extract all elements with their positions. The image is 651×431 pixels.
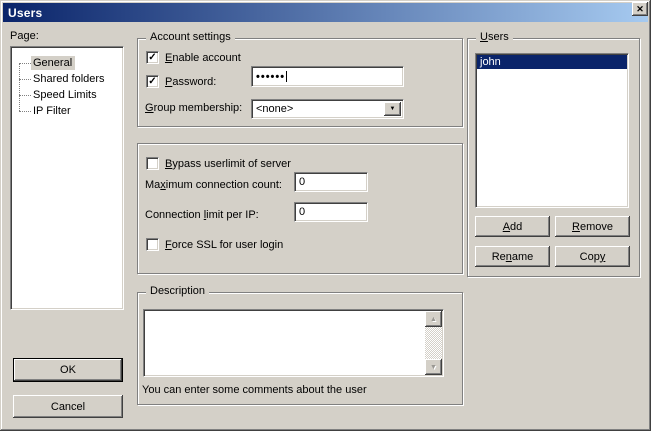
tree-stub [19,63,31,64]
title-bar[interactable]: Users [3,3,648,22]
check-icon: ✓ [148,77,156,86]
password-masked-value: •••••• [256,71,285,83]
max-connection-label: Maximum connection count: [145,179,282,191]
cancel-button[interactable]: Cancel [13,395,123,418]
bypass-userlimit-label: Bypass userlimit of server [165,158,291,170]
max-connection-value: 0 [299,176,305,188]
ip-limit-label: Connection limit per IP: [145,209,259,221]
password-checkbox[interactable]: ✓ [146,75,159,88]
account-settings-caption: Account settings [146,31,235,44]
enable-account-checkbox[interactable]: ✓ [146,51,159,64]
group-membership-combobox[interactable]: <none> ▼ [251,99,404,119]
users-list[interactable]: john [475,53,629,208]
close-icon: ✕ [636,5,644,14]
description-hint: You can enter some comments about the us… [142,384,367,396]
page-label: Page: [10,30,39,42]
description-textarea[interactable]: ▲ ▼ [143,309,444,377]
force-ssl-label: Force SSL for user login [165,239,283,251]
password-input[interactable]: •••••• [251,66,404,87]
scroll-down-button[interactable]: ▼ [425,359,442,375]
users-caption: Users [476,31,513,44]
users-dialog: Users ✕ Page: General Shared folders Spe… [0,0,651,431]
combobox-dropdown-button[interactable]: ▼ [384,102,401,116]
page-item-label: General [31,56,75,70]
scroll-up-icon: ▲ [430,316,437,323]
user-list-item[interactable]: john [477,55,627,69]
ok-button[interactable]: OK [13,358,123,382]
group-membership-label: Group membership: [145,102,242,114]
page-item-speed-limits[interactable]: Speed Limits [11,87,123,103]
window-title: Users [8,6,42,20]
page-item-shared-folders[interactable]: Shared folders [11,71,123,87]
page-item-label: Speed Limits [31,88,100,102]
page-item-label: IP Filter [31,104,74,118]
connection-limits-group: Bypass userlimit of server Maximum conne… [137,143,463,274]
account-settings-group: Account settings ✓ Enable account ✓ Pass… [137,38,463,127]
user-name: john [480,56,501,68]
tree-stub [19,111,31,112]
max-connection-input[interactable]: 0 [294,172,368,192]
ip-limit-value: 0 [299,206,305,218]
page-item-general[interactable]: General [11,55,123,71]
copy-user-button[interactable]: Copy [555,246,630,267]
enable-account-label: Enable account [165,52,241,64]
remove-user-button[interactable]: Remove [555,216,630,237]
page-list[interactable]: General Shared folders Speed Limits IP F… [10,46,124,310]
page-item-label: Shared folders [31,72,108,86]
ip-limit-input[interactable]: 0 [294,202,368,222]
group-membership-value: <none> [256,103,293,115]
add-user-button[interactable]: Add [475,216,550,237]
chevron-down-icon: ▼ [390,106,396,112]
scroll-up-button[interactable]: ▲ [425,311,442,327]
users-group: Users john Add Remove Rename Copy [467,38,640,277]
rename-user-button[interactable]: Rename [475,246,550,267]
force-ssl-checkbox[interactable] [146,238,159,251]
bypass-userlimit-checkbox[interactable] [146,157,159,170]
scroll-down-icon: ▼ [430,364,437,371]
tree-stub [19,79,31,80]
close-button[interactable]: ✕ [632,2,648,16]
page-item-ip-filter[interactable]: IP Filter [11,103,123,119]
text-caret [286,71,287,82]
description-scrollbar[interactable]: ▲ ▼ [425,311,442,375]
tree-stub [19,95,31,96]
check-icon: ✓ [148,53,156,62]
description-caption: Description [146,285,209,298]
password-label: Password: [165,76,216,88]
description-group: Description ▲ ▼ You can enter some comme… [137,292,463,405]
